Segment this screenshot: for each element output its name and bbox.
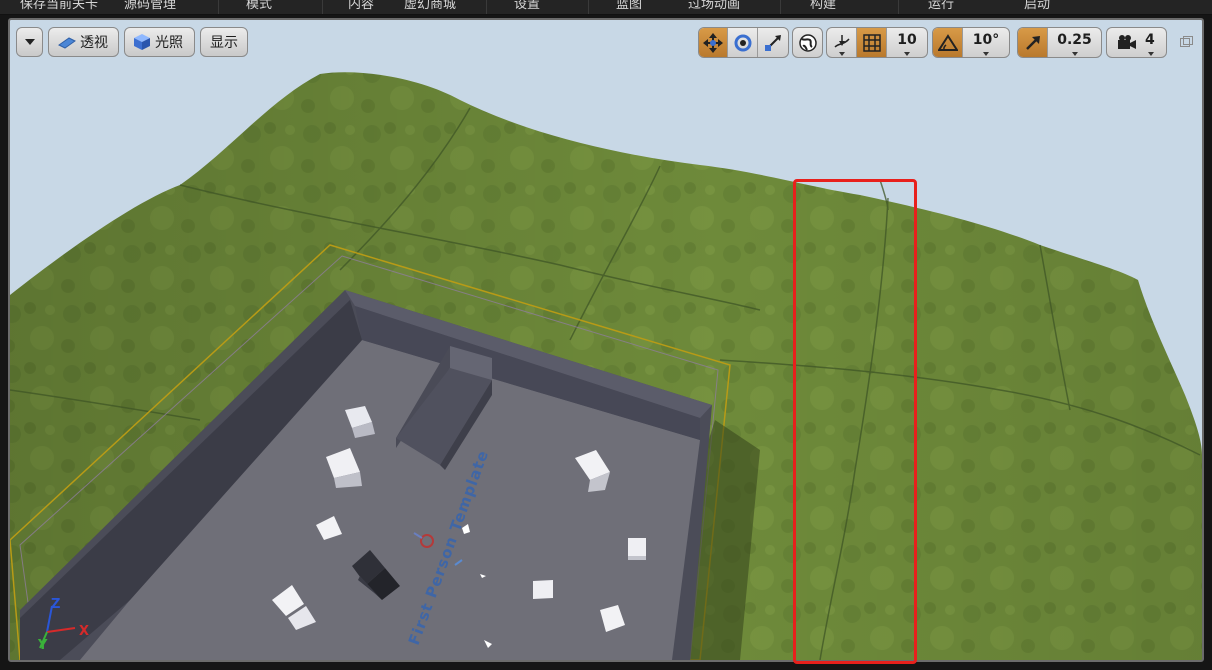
coordinate-space-group xyxy=(792,27,823,58)
grid-snap-value-text: 10 xyxy=(897,31,917,48)
axis-z-label: Z xyxy=(51,597,61,612)
scale-tool[interactable] xyxy=(758,28,788,57)
axis-y-label: Y xyxy=(38,638,48,653)
grid-snap-toggle[interactable] xyxy=(857,28,887,57)
toolbar-save-current[interactable]: 保存当前关卡 xyxy=(20,0,98,12)
toolbar-divider xyxy=(218,0,219,14)
grid-snap-group: 10 xyxy=(826,27,928,58)
toolbar-divider xyxy=(322,0,323,14)
surface-snap-icon xyxy=(833,34,850,48)
rotation-snap-value-text: 10° xyxy=(972,31,1000,48)
rotation-snap-toggle[interactable] xyxy=(933,28,963,57)
toolbar-settings[interactable]: 设置 xyxy=(514,0,540,12)
viewport-options-button[interactable] xyxy=(16,27,43,57)
lit-cube-icon xyxy=(134,34,150,50)
perspective-icon xyxy=(58,37,76,49)
camera-speed-button[interactable]: 4 xyxy=(1107,28,1166,57)
toolbar-build[interactable]: 构建 xyxy=(810,0,836,12)
chevron-down-icon xyxy=(24,39,35,45)
world-space-toggle[interactable] xyxy=(793,28,822,57)
toolbar-marketplace[interactable]: 虚幻商城 xyxy=(404,0,456,12)
surface-snap-toggle[interactable] xyxy=(827,28,857,57)
transform-tools-group xyxy=(698,27,789,58)
scale-snap-value-text: 0.25 xyxy=(1057,31,1092,48)
perspective-label: 透视 xyxy=(80,35,108,51)
grid-icon xyxy=(862,33,881,52)
toolbar-play[interactable]: 运行 xyxy=(928,0,954,12)
main-toolbar: 保存当前关卡 源码管理 模式 内容 虚幻商城 设置 蓝图 过场动画 构建 运行 … xyxy=(0,0,1212,15)
toolbar-divider xyxy=(780,0,781,14)
axis-x-label: X xyxy=(79,624,90,639)
level-viewport[interactable]: First Person Template xyxy=(10,20,1202,660)
translate-tool[interactable] xyxy=(699,28,729,57)
viewport-scene[interactable]: First Person Template xyxy=(10,20,1202,660)
rotate-tool[interactable] xyxy=(728,28,758,57)
toolbar-blueprints[interactable]: 蓝图 xyxy=(616,0,642,12)
toolbar-cinematics[interactable]: 过场动画 xyxy=(688,0,740,12)
scale-snap-value[interactable]: 0.25 xyxy=(1048,28,1101,57)
rotation-snap-value[interactable]: 10° xyxy=(963,28,1009,57)
angle-icon xyxy=(937,33,958,51)
lighting-button[interactable]: 光照 xyxy=(124,27,195,57)
grid-snap-value[interactable]: 10 xyxy=(887,28,927,57)
toolbar-launch[interactable]: 启动 xyxy=(1024,0,1050,12)
toolbar-source-control[interactable]: 源码管理 xyxy=(124,0,176,12)
camera-icon xyxy=(1118,34,1136,49)
show-button[interactable]: 显示 xyxy=(200,27,248,57)
camera-speed-group: 4 xyxy=(1106,27,1167,58)
show-label: 显示 xyxy=(210,35,238,51)
toolbar-divider xyxy=(486,0,487,14)
lighting-label: 光照 xyxy=(155,35,183,51)
rotate-icon xyxy=(734,34,752,51)
scale-icon xyxy=(764,34,781,51)
move-arrows-icon xyxy=(703,32,724,53)
perspective-button[interactable]: 透视 xyxy=(48,27,119,57)
globe-icon xyxy=(798,33,817,52)
camera-speed-value-text: 4 xyxy=(1145,31,1155,48)
maximize-viewport-icon[interactable] xyxy=(1180,36,1193,47)
scale-snap-group: 0.25 xyxy=(1017,27,1102,58)
rotation-snap-group: 10° xyxy=(932,27,1010,58)
scale-arrow-icon xyxy=(1025,35,1040,50)
toolbar-divider xyxy=(588,0,589,14)
toolbar-modes[interactable]: 模式 xyxy=(246,0,272,12)
toolbar-content[interactable]: 内容 xyxy=(348,0,374,12)
toolbar-divider xyxy=(898,0,899,14)
scale-snap-toggle[interactable] xyxy=(1018,28,1048,57)
